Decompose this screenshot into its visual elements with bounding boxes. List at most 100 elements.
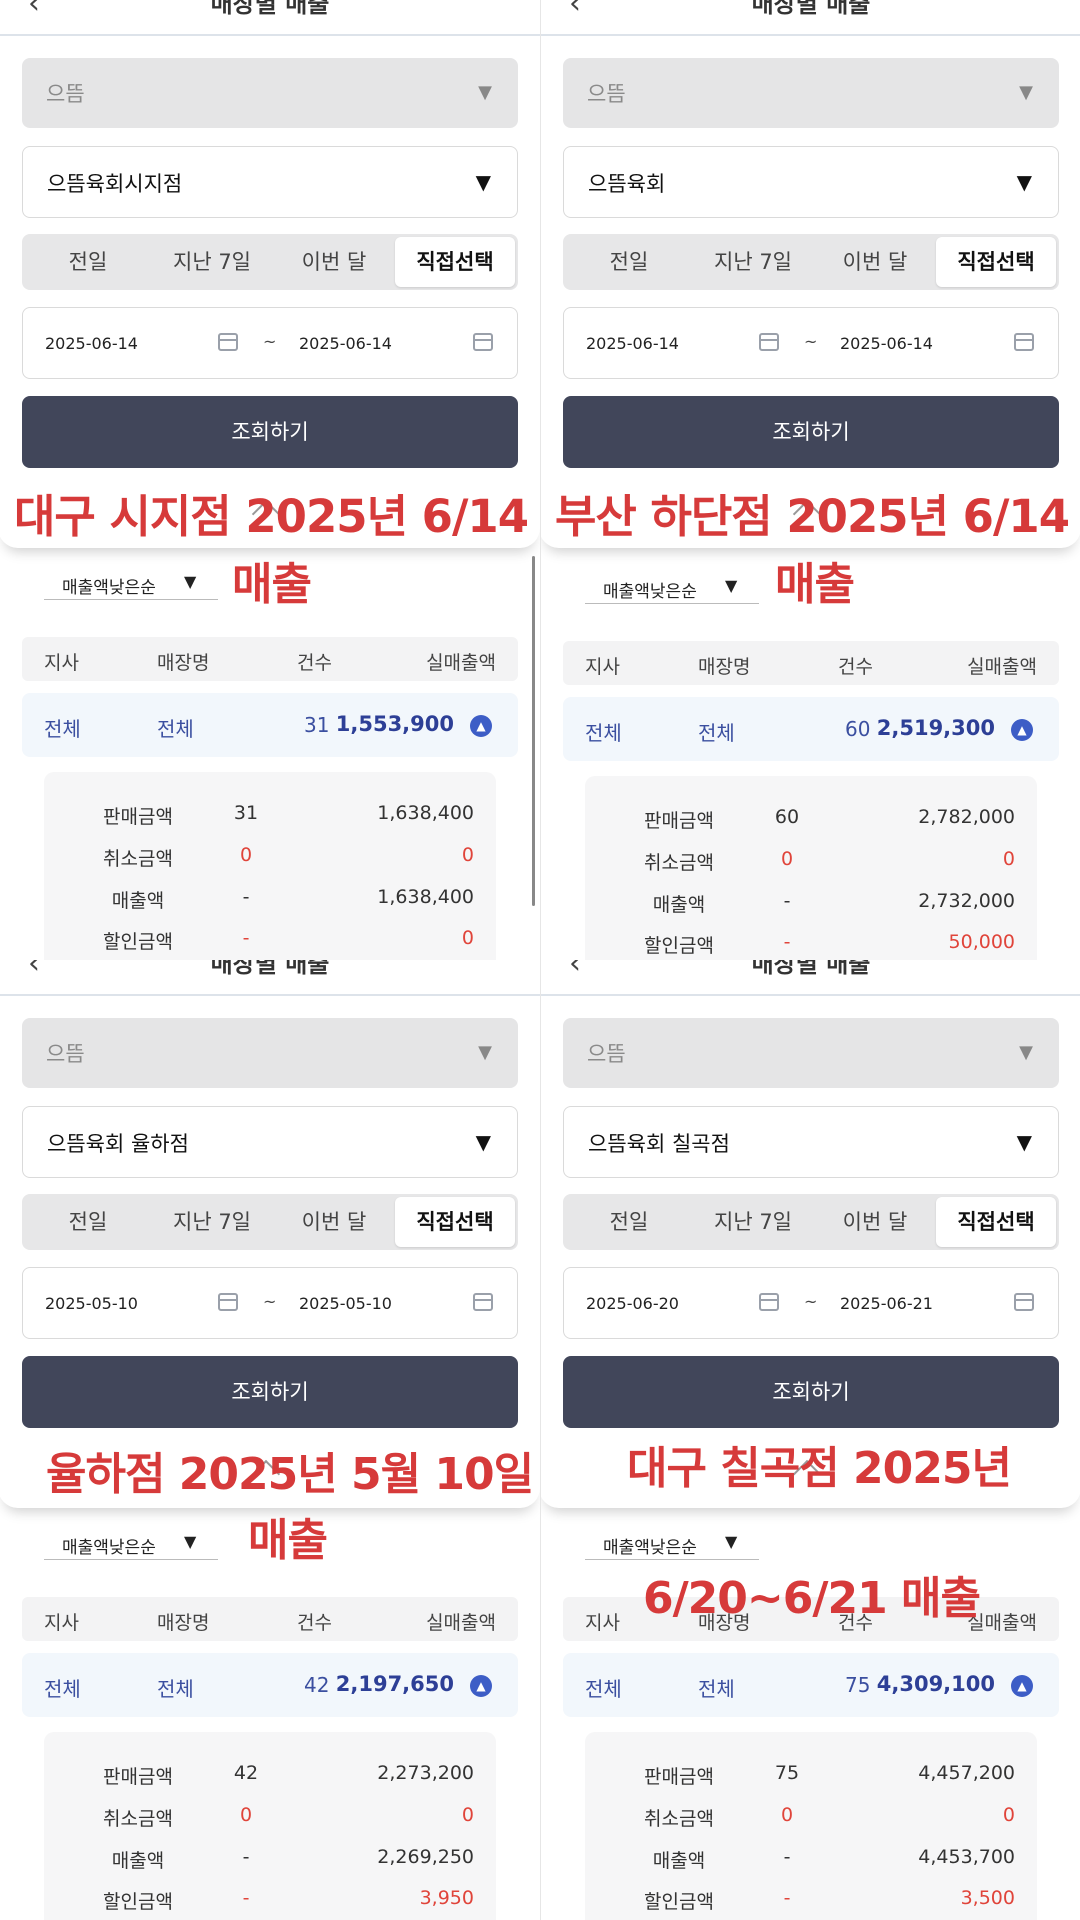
detail-amount: 2,782,000	[918, 806, 1015, 828]
date-range-field[interactable]: 2025-06-14 ~ 2025-06-14	[563, 307, 1059, 379]
table-header: 지사 매장명 건수 실매출액	[22, 637, 518, 681]
brand-select-value: 으뜸	[46, 82, 85, 106]
detail-label: 판매금액	[644, 1766, 714, 1788]
date-to[interactable]: 2025-06-14	[840, 334, 933, 353]
calendar-icon[interactable]	[473, 1293, 493, 1311]
detail-amount: 0	[461, 1804, 474, 1826]
store-select[interactable]: 으뜸육회 칠곡점 ▼	[563, 1106, 1059, 1178]
tab-yesterday[interactable]: 전일	[567, 234, 691, 290]
tab-this-month[interactable]: 이번 달	[813, 1194, 937, 1250]
calendar-icon[interactable]	[1014, 1293, 1034, 1311]
calendar-icon[interactable]	[1014, 333, 1034, 351]
page-title: 매장별 매출	[210, 0, 330, 18]
tab-last-7-days[interactable]: 지난 7일	[150, 234, 274, 290]
annotation-subtitle: 매출	[232, 559, 312, 610]
search-button[interactable]: 조회하기	[22, 1356, 518, 1428]
detail-amount: 0	[1002, 1804, 1015, 1826]
detail-count: -	[783, 1846, 791, 1868]
search-button[interactable]: 조회하기	[563, 396, 1059, 468]
header-branch: 지사	[585, 1612, 620, 1634]
store-select-value: 으뜸육회시지점	[47, 172, 183, 196]
tab-this-month[interactable]: 이번 달	[813, 234, 937, 290]
calendar-icon[interactable]	[473, 333, 493, 351]
chevron-down-icon: ▼	[184, 1532, 197, 1551]
tab-custom-range[interactable]: 직접선택	[936, 237, 1056, 287]
header-branch: 지사	[585, 656, 620, 678]
date-from[interactable]: 2025-06-14	[586, 334, 679, 353]
tab-custom-range[interactable]: 직접선택	[395, 1197, 515, 1247]
tab-last-7-days[interactable]: 지난 7일	[691, 1194, 815, 1250]
calendar-icon[interactable]	[759, 333, 779, 351]
search-button[interactable]: 조회하기	[22, 396, 518, 468]
tab-this-month[interactable]: 이번 달	[272, 1194, 396, 1250]
calendar-icon[interactable]	[218, 333, 238, 351]
chevron-down-icon: ▼	[184, 572, 197, 591]
detail-count: -	[242, 927, 250, 949]
header-store: 매장명	[157, 652, 210, 674]
sort-select[interactable]: 매출액낮은순 ▼	[585, 571, 759, 604]
sort-select[interactable]: 매출액낮은순 ▼	[585, 1527, 759, 1560]
scrollbar[interactable]	[532, 556, 535, 906]
collapse-icon[interactable]: ▲	[1011, 719, 1033, 741]
calendar-icon[interactable]	[759, 1293, 779, 1311]
date-to[interactable]: 2025-06-14	[299, 334, 392, 353]
calendar-icon[interactable]	[218, 1293, 238, 1311]
detail-amount: 3,500	[960, 1887, 1015, 1909]
detail-amount: 4,457,200	[918, 1762, 1015, 1784]
brand-select-value: 으뜸	[587, 82, 626, 106]
screenshot-grid: ‹ 매장별 매출 으뜸 ▼ 으뜸육회시지점 ▼ 전일 지난 7일 이번 달 직접…	[0, 0, 1080, 1920]
brand-select[interactable]: 으뜸 ▼	[22, 1018, 518, 1088]
search-button[interactable]: 조회하기	[563, 1356, 1059, 1428]
collapse-icon[interactable]: ▲	[470, 1675, 492, 1697]
summary-row[interactable]: 전체 전체 60 2,519,300 ▲	[563, 697, 1059, 761]
store-select[interactable]: 으뜸육회 ▼	[563, 146, 1059, 218]
detail-amount: 0	[461, 844, 474, 866]
annotation-title: 율하점 2025년 5월 10일	[46, 1449, 534, 1500]
collapse-icon[interactable]: ▲	[470, 715, 492, 737]
tab-custom-range[interactable]: 직접선택	[395, 237, 515, 287]
detail-label: 취소금액	[644, 852, 714, 874]
tab-yesterday[interactable]: 전일	[26, 1194, 150, 1250]
detail-row-discount: 할인금액 - 3,500	[585, 1887, 1037, 1917]
detail-count: 75	[774, 1762, 800, 1784]
date-range-field[interactable]: 2025-05-10 ~ 2025-05-10	[22, 1267, 518, 1339]
detail-row-sales: 판매금액 60 2,782,000	[585, 806, 1037, 836]
summary-row[interactable]: 전체 전체 75 4,309,100 ▲	[563, 1653, 1059, 1717]
date-to[interactable]: 2025-05-10	[299, 1294, 392, 1313]
detail-row-revenue: 매출액 - 2,732,000	[585, 890, 1037, 920]
tab-this-month[interactable]: 이번 달	[272, 234, 396, 290]
brand-select-value: 으뜸	[46, 1042, 85, 1066]
date-from[interactable]: 2025-06-20	[586, 1294, 679, 1313]
collapse-icon[interactable]: ▲	[1011, 1675, 1033, 1697]
brand-select[interactable]: 으뜸 ▼	[563, 58, 1059, 128]
detail-label: 할인금액	[103, 931, 173, 953]
sort-select[interactable]: 매출액낮은순 ▼	[44, 567, 218, 600]
chevron-down-icon: ▼	[475, 170, 491, 194]
detail-count: -	[783, 890, 791, 912]
store-select[interactable]: 으뜸육회시지점 ▼	[22, 146, 518, 218]
summary-net-sales: 1,553,900	[335, 712, 454, 736]
sort-select[interactable]: 매출액낮은순 ▼	[44, 1527, 218, 1560]
detail-row-discount: 할인금액 - 50,000	[585, 931, 1037, 960]
brand-select[interactable]: 으뜸 ▼	[22, 58, 518, 128]
date-separator: ~	[804, 332, 818, 351]
date-from[interactable]: 2025-06-14	[45, 334, 138, 353]
store-select[interactable]: 으뜸육회 율하점 ▼	[22, 1106, 518, 1178]
tab-yesterday[interactable]: 전일	[567, 1194, 691, 1250]
tab-custom-range[interactable]: 직접선택	[936, 1197, 1056, 1247]
date-from[interactable]: 2025-05-10	[45, 1294, 138, 1313]
date-separator: ~	[804, 1292, 818, 1311]
annotation-title: 대구 칠곡점 2025년	[627, 1443, 1012, 1494]
panel-hadanjeom: ‹ 매장별 매출 으뜸 ▼ 으뜸육회 ▼ 전일 지난 7일 이번 달 직접선택 …	[540, 0, 1080, 960]
summary-row[interactable]: 전체 전체 31 1,553,900 ▲	[22, 693, 518, 757]
date-range-field[interactable]: 2025-06-20 ~ 2025-06-21	[563, 1267, 1059, 1339]
date-range-field[interactable]: 2025-06-14 ~ 2025-06-14	[22, 307, 518, 379]
detail-row-sales: 판매금액 31 1,638,400	[44, 802, 496, 832]
detail-label: 할인금액	[644, 935, 714, 957]
date-to[interactable]: 2025-06-21	[840, 1294, 933, 1313]
tab-last-7-days[interactable]: 지난 7일	[150, 1194, 274, 1250]
tab-yesterday[interactable]: 전일	[26, 234, 150, 290]
tab-last-7-days[interactable]: 지난 7일	[691, 234, 815, 290]
brand-select[interactable]: 으뜸 ▼	[563, 1018, 1059, 1088]
summary-row[interactable]: 전체 전체 42 2,197,650 ▲	[22, 1653, 518, 1717]
